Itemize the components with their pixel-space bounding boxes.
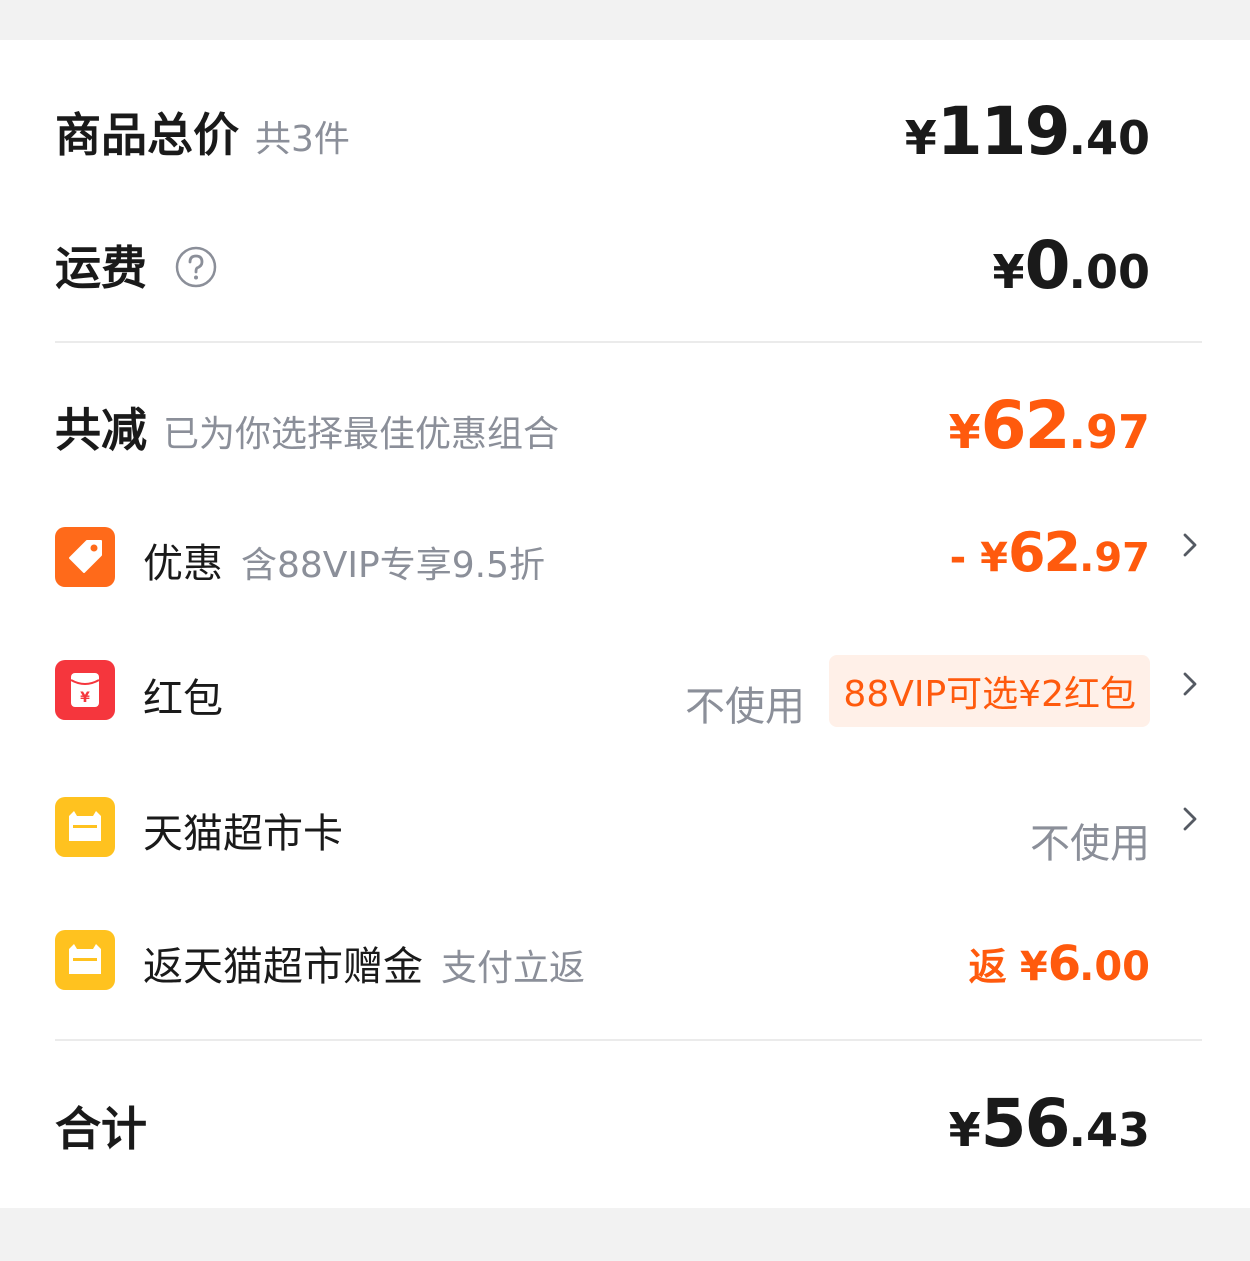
chevron-right-icon[interactable] — [1179, 527, 1203, 563]
item-count: 共3件 — [255, 119, 350, 160]
tmall-card-title: 天猫超市卡 — [143, 811, 343, 857]
total-price-amount: ¥119.40 — [905, 93, 1150, 170]
discount-total-amount: ¥62.97 — [949, 387, 1150, 464]
cashback-title: 返天猫超市赠金 — [143, 944, 423, 990]
amount-integer: 62 — [1007, 521, 1081, 584]
question-circle-icon[interactable] — [175, 245, 217, 299]
coupon-amount: - ¥62.97 — [950, 521, 1150, 584]
svg-text:¥: ¥ — [80, 690, 90, 706]
tmall-card-label: 天猫超市卡 — [143, 801, 343, 859]
red-packet-row[interactable]: ¥ 红包 不使用 88VIP可选¥2红包 — [55, 655, 1203, 732]
currency-symbol: ¥ — [904, 111, 937, 165]
amount-integer: 62 — [980, 387, 1071, 464]
currency-symbol: ¥ — [980, 535, 1008, 581]
coupon-label: 优惠 含88VIP专享9.5折 — [143, 531, 545, 589]
red-envelope-icon: ¥ — [55, 660, 115, 720]
amount-integer: 0 — [1024, 227, 1071, 304]
minus-prefix: - — [949, 535, 981, 581]
divider — [55, 1039, 1202, 1041]
tmall-card-value: 不使用 — [1030, 821, 1150, 867]
currency-symbol: ¥ — [948, 1103, 981, 1157]
amount-decimal: .00 — [1068, 245, 1151, 299]
discount-total-title: 共减 — [55, 403, 147, 457]
amount-decimal: .97 — [1079, 535, 1150, 581]
amount-integer: 56 — [980, 1085, 1071, 1162]
shipping-title: 运费 — [55, 241, 147, 295]
divider — [55, 341, 1202, 343]
discount-total-label: 共减 已为你选择最佳优惠组合 — [55, 394, 559, 460]
coupon-hint: 含88VIP专享9.5折 — [241, 545, 546, 586]
currency-symbol: ¥ — [992, 245, 1025, 299]
vip-red-packet-tag[interactable]: 88VIP可选¥2红包 — [829, 655, 1150, 727]
grand-total-row: 合计 ¥56.43 — [55, 1085, 1200, 1165]
currency-symbol: ¥ — [948, 405, 981, 459]
shipping-label: 运费 — [55, 232, 217, 299]
discount-hint: 已为你选择最佳优惠组合 — [163, 414, 560, 455]
cat-card-icon — [55, 930, 115, 990]
chevron-right-icon[interactable] — [1179, 666, 1203, 702]
amount-decimal: .40 — [1068, 111, 1151, 165]
amount-decimal: .97 — [1068, 405, 1151, 459]
cat-card-icon — [55, 797, 115, 857]
chevron-right-icon[interactable] — [1179, 801, 1203, 837]
order-summary-card: 商品总价共3件 ¥119.40 运费 ¥0.00 共减已为你选择最佳优惠组合 — [0, 40, 1250, 1208]
grand-total-title: 合计 — [55, 1102, 147, 1156]
total-price-row: 商品总价 共3件 ¥119.40 — [55, 93, 1200, 175]
total-price-title: 商品总价 — [55, 108, 239, 162]
amount-decimal: .43 — [1068, 1103, 1151, 1157]
cashback-prefix: 返 — [968, 945, 1020, 989]
grand-total-amount: ¥56.43 — [949, 1085, 1150, 1162]
amount-integer: 119 — [936, 93, 1071, 170]
total-price-label: 商品总价 共3件 — [55, 99, 350, 165]
cashback-amount: 返 ¥6.00 — [969, 936, 1150, 992]
cashback-row: 返天猫超市赠金 支付立返 返 ¥6.00 — [55, 930, 1200, 1002]
tag-icon — [55, 527, 115, 587]
discount-total-row: 共减 已为你选择最佳优惠组合 ¥62.97 — [55, 387, 1200, 470]
coupon-title: 优惠 — [143, 541, 223, 587]
cashback-hint: 支付立返 — [441, 948, 586, 989]
red-packet-title: 红包 — [143, 676, 223, 722]
shipping-row: 运费 ¥0.00 — [55, 227, 1200, 310]
shipping-amount: ¥0.00 — [993, 227, 1150, 304]
amount-decimal: .00 — [1079, 944, 1150, 990]
grand-total-label: 合计 — [55, 1093, 147, 1159]
amount-integer: 6 — [1047, 936, 1081, 992]
coupon-row[interactable]: 优惠 含88VIP专享9.5折 - ¥62.97 — [55, 521, 1203, 589]
tmall-card-row[interactable]: 天猫超市卡 不使用 — [55, 795, 1200, 867]
red-packet-value: 不使用 — [685, 684, 805, 730]
red-packet-label: 红包 — [143, 666, 223, 724]
cashback-label: 返天猫超市赠金 支付立返 — [143, 934, 585, 992]
currency-symbol: ¥ — [1019, 944, 1048, 990]
